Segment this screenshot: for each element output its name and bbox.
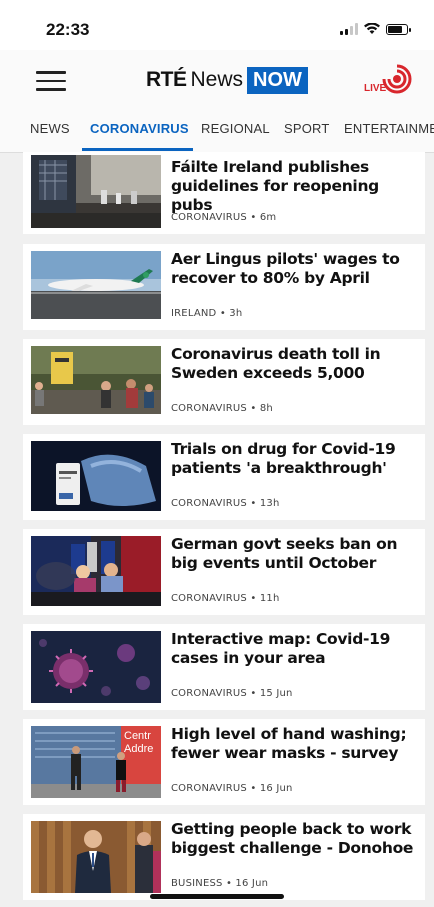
article-card[interactable]: Centr Addre High level of hand washing; … xyxy=(23,719,425,805)
article-meta: BUSINESS • 16 Jun xyxy=(171,878,269,889)
article-card[interactable]: Aer Lingus pilots' wages to recover to 8… xyxy=(23,244,425,330)
article-title: Getting people back to work biggest chal… xyxy=(171,820,414,857)
article-meta: IRELAND • 3h xyxy=(171,308,243,319)
article-card[interactable]: German govt seeks ban on big events unti… xyxy=(23,529,425,615)
brand-news: News xyxy=(190,68,244,91)
thumbnail-sign-text-1: Centr xyxy=(124,730,151,742)
brand-logo: RTÉ News NOW xyxy=(146,64,308,96)
article-thumbnail xyxy=(31,631,161,703)
article-thumbnail xyxy=(31,821,161,893)
active-tab-indicator xyxy=(82,148,193,151)
system-indicators xyxy=(340,23,411,35)
article-meta: CORONAVIRUS • 15 Jun xyxy=(171,688,293,699)
app-header: RTÉ News NOW LIVE xyxy=(0,50,434,110)
live-label: LIVE xyxy=(364,83,387,94)
signal-icon xyxy=(340,23,358,35)
tab-sport[interactable]: SPORT xyxy=(284,121,330,136)
tab-coronavirus[interactable]: CORONAVIRUS xyxy=(90,121,189,136)
home-indicator[interactable] xyxy=(150,894,284,899)
battery-icon xyxy=(386,23,411,35)
article-thumbnail xyxy=(31,251,161,319)
menu-icon[interactable] xyxy=(36,71,66,91)
article-title: Fáilte Ireland publishes guidelines for … xyxy=(171,158,379,214)
article-meta: CORONAVIRUS • 13h xyxy=(171,498,280,509)
status-time: 22:33 xyxy=(46,20,90,39)
live-button[interactable]: LIVE xyxy=(364,63,412,99)
article-title: Interactive map: Covid-19 cases in your … xyxy=(171,630,391,667)
article-card[interactable]: Fáilte Ireland publishes guidelines for … xyxy=(23,152,425,234)
section-tabs: NEWS CORONAVIRUS REGIONAL SPORT ENTERTAI… xyxy=(0,110,434,153)
article-card[interactable]: Trials on drug for Covid-19 patients 'a … xyxy=(23,434,425,520)
tab-regional[interactable]: REGIONAL xyxy=(201,121,270,136)
article-card[interactable]: Coronavirus death toll in Sweden exceeds… xyxy=(23,339,425,425)
article-meta: CORONAVIRUS • 16 Jun xyxy=(171,783,293,794)
wifi-icon xyxy=(364,23,380,34)
article-title: Trials on drug for Covid-19 patients 'a … xyxy=(171,440,396,477)
article-title: High level of hand washing; fewer wear m… xyxy=(171,725,407,762)
article-card[interactable]: Getting people back to work biggest chal… xyxy=(23,814,425,900)
phone-screen: 22:33 RTÉ News NOW LIVE NEWS CORONAVIRUS… xyxy=(0,0,434,907)
tab-entertainment[interactable]: ENTERTAINMENT xyxy=(344,121,434,136)
article-title: German govt seeks ban on big events unti… xyxy=(171,535,398,572)
thumbnail-sign-text-2: Addre xyxy=(124,743,153,755)
article-meta: CORONAVIRUS • 11h xyxy=(171,593,280,604)
brand-rte: RTÉ xyxy=(146,68,187,91)
article-meta: CORONAVIRUS • 6m xyxy=(171,212,277,223)
brand-now: NOW xyxy=(247,66,308,94)
tab-news[interactable]: NEWS xyxy=(30,121,70,136)
article-thumbnail: Centr Addre xyxy=(31,726,161,798)
article-meta: CORONAVIRUS • 8h xyxy=(171,403,273,414)
status-bar: 22:33 xyxy=(0,0,434,50)
article-card[interactable]: Interactive map: Covid-19 cases in your … xyxy=(23,624,425,710)
article-thumbnail xyxy=(31,536,161,606)
article-thumbnail xyxy=(31,155,161,228)
article-thumbnail xyxy=(31,441,161,511)
article-title: Aer Lingus pilots' wages to recover to 8… xyxy=(171,250,400,287)
article-thumbnail xyxy=(31,346,161,414)
article-title: Coronavirus death toll in Sweden exceeds… xyxy=(171,345,381,382)
